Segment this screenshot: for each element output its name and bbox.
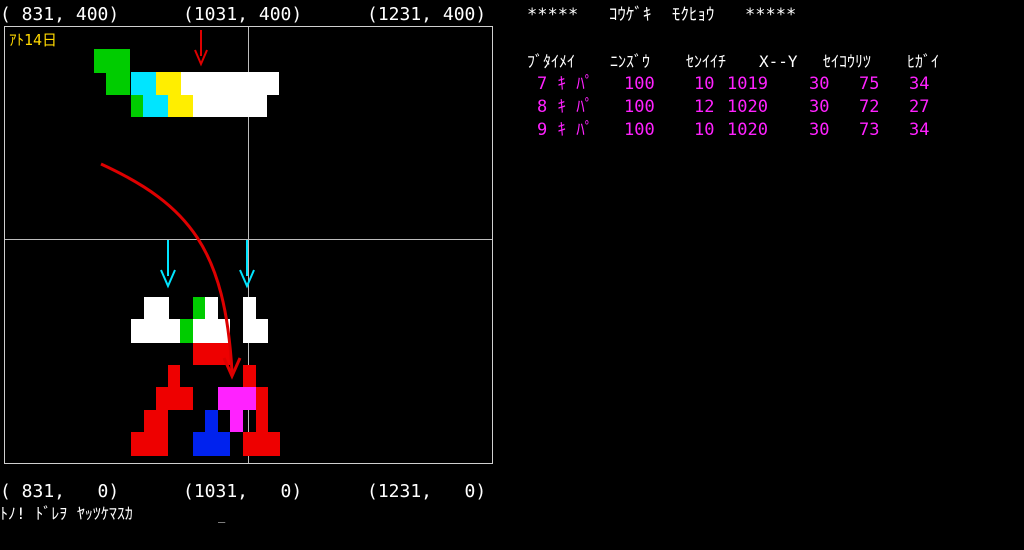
cell-count: 100 — [624, 120, 655, 140]
cell-damage: 27 — [909, 97, 930, 117]
cell-pos: 30 — [809, 74, 830, 94]
input-cursor[interactable]: _ — [218, 505, 225, 527]
cell-x: 12 — [694, 97, 715, 117]
header-xy: X--Y — [759, 52, 798, 71]
header-troops: ﾆﾝｽﾞｳ — [610, 52, 651, 71]
cell-rate: 72 — [859, 97, 880, 117]
cell-count: 100 — [624, 74, 655, 94]
cell-x: 10 — [694, 120, 715, 140]
cell-y: 1020 — [727, 120, 768, 140]
cell-damage: 34 — [909, 74, 930, 94]
arrow-down-cyan — [239, 240, 255, 289]
cell-rate: 75 — [859, 74, 880, 94]
cell-x: 10 — [694, 74, 715, 94]
arrow-curve-red — [100, 162, 242, 380]
cell-pos: 30 — [809, 120, 830, 140]
header-unit-name: ﾌﾞﾀｲﾒｲ — [527, 52, 576, 71]
arrow-down-red — [194, 30, 208, 67]
cell-name: 9 ｷ ﾊﾟ — [537, 120, 594, 140]
arrow-down-cyan — [160, 240, 176, 289]
cell-y: 1019 — [727, 74, 768, 94]
header-damage: ﾋｶﾞｲ — [907, 52, 940, 71]
command-prompt: ﾄﾉ! ﾄﾞﾚｦ ﾔｯﾂｹﾏｽｶ — [0, 504, 133, 523]
cell-rate: 73 — [859, 120, 880, 140]
cell-y: 1020 — [727, 97, 768, 117]
panel-title: ***** ｺｳｹﾞｷ ﾓｸﾋｮｳ ***** — [527, 5, 797, 25]
cell-damage: 34 — [909, 120, 930, 140]
cell-name: 8 ｷ ﾊﾟ — [537, 97, 594, 117]
header-position: ｾﾝｲｲﾁ — [686, 52, 727, 71]
cell-count: 100 — [624, 97, 655, 117]
header-success-rate: ｾｲｺｳﾘﾂ — [823, 52, 872, 71]
cell-name: 7 ｷ ﾊﾟ — [537, 74, 594, 94]
cell-pos: 30 — [809, 97, 830, 117]
